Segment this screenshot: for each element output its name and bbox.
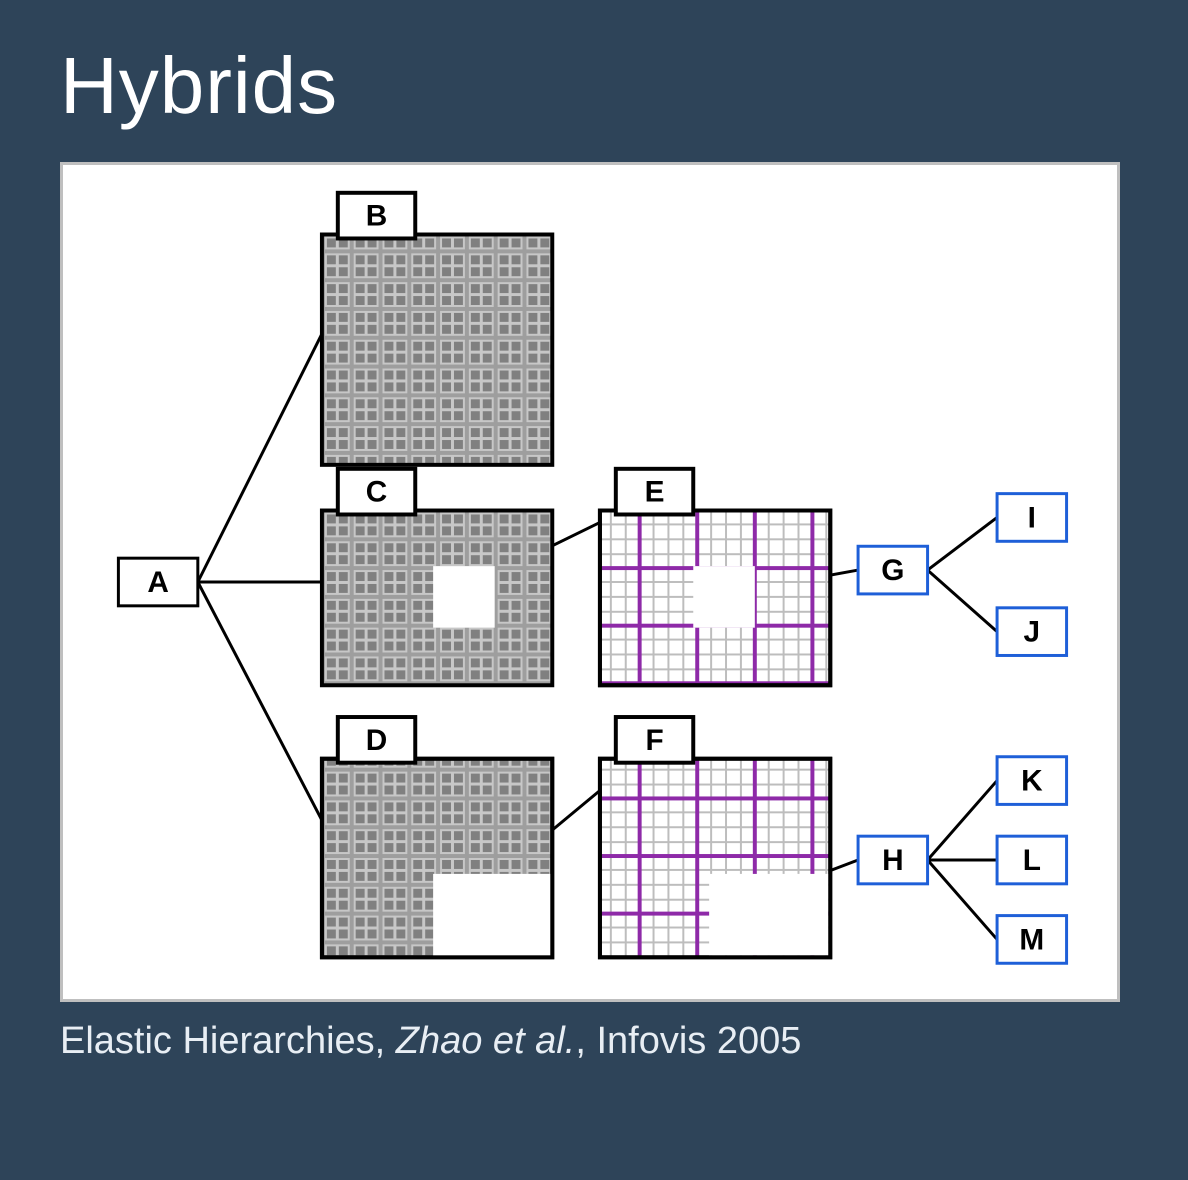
node-A: A: [118, 558, 197, 606]
node-J: J: [997, 608, 1067, 656]
node-L: L: [997, 836, 1067, 884]
caption-prefix: Elastic Hierarchies,: [60, 1020, 396, 1062]
node-A-label: A: [147, 566, 169, 599]
node-J-label: J: [1024, 616, 1041, 649]
node-G-label: G: [881, 554, 904, 587]
slide-title: Hybrids: [60, 40, 1128, 132]
node-I: I: [997, 494, 1067, 542]
node-K: K: [997, 757, 1067, 805]
node-M-label: M: [1019, 923, 1044, 956]
node-E: E: [600, 469, 830, 685]
node-D: D: [322, 717, 552, 957]
node-H-label: H: [882, 844, 904, 877]
node-C: C: [322, 469, 552, 685]
node-I-label: I: [1028, 501, 1036, 534]
node-B: B: [322, 193, 552, 465]
node-E-label: E: [645, 476, 665, 509]
node-B-label: B: [366, 200, 388, 233]
node-K-label: K: [1021, 765, 1043, 798]
node-C-label: C: [366, 476, 388, 509]
node-H: H: [858, 836, 928, 884]
node-F-label: F: [645, 724, 663, 757]
caption-suffix: , Infovis 2005: [575, 1020, 801, 1062]
slide: Hybrids: [0, 0, 1188, 1180]
node-M: M: [997, 916, 1067, 964]
node-F: F: [600, 717, 830, 957]
figure-caption: Elastic Hierarchies, Zhao et al., Infovi…: [60, 1020, 1128, 1063]
diagram-frame: A B C D: [60, 162, 1120, 1002]
node-G: G: [858, 546, 928, 594]
caption-authors: Zhao et al.: [396, 1020, 576, 1062]
node-L-label: L: [1023, 844, 1041, 877]
node-D-label: D: [366, 724, 388, 757]
hierarchy-diagram: A B C D: [63, 165, 1117, 999]
